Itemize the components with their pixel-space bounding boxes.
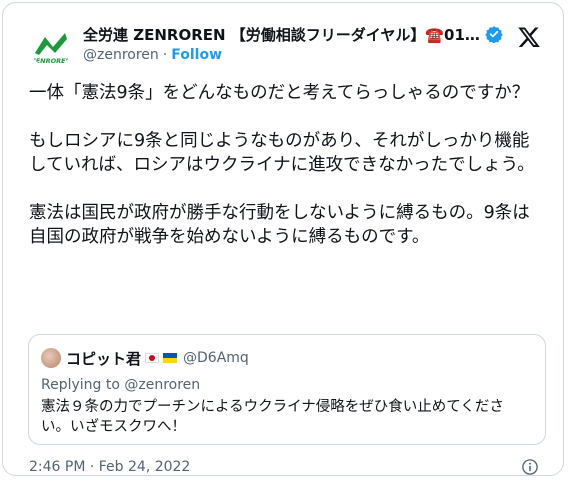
zenroren-logo-icon: ZENROREN (30, 33, 72, 65)
tweet-header: ZENROREN 全労連 ZENROREN 【労働相談フリーダイヤル】☎️012… (29, 21, 543, 69)
logo-text: ZENROREN (30, 57, 72, 65)
quoted-handle[interactable]: @D6Amq (183, 350, 249, 366)
tweet-card: ZENROREN 全労連 ZENROREN 【労働相談フリーダイヤル】☎️012… (2, 2, 564, 476)
tweet-text: 一体「憲法9条」をどんなものだと考えてらっしゃるのですか？ もしロシアに9条と同… (29, 83, 535, 247)
quoted-display-name[interactable]: コピット君 (66, 348, 141, 369)
separator-dot: · (162, 47, 168, 63)
quoted-avatar[interactable] (41, 348, 61, 368)
japan-flag-icon (145, 353, 160, 363)
ukraine-flag-icon (163, 353, 178, 363)
verified-badge-icon (485, 26, 503, 43)
author-handle[interactable]: @zenroren (83, 47, 159, 63)
quoted-tweet[interactable]: コピット君 @D6Amq Replying to @zenroren 憲法９条の… (28, 334, 546, 445)
zenroren-avatar[interactable]: ZENROREN (29, 23, 73, 67)
quoted-text: 憲法９条の力でプーチンによるウクライナ侵略をぜひ食い止めてください。いざモスクワ… (41, 399, 504, 435)
quoted-replying-to[interactable]: Replying to @zenroren (41, 377, 200, 393)
author-display-name[interactable]: 全労連 ZENROREN 【労働相談フリーダイヤル】☎️0120-3... (83, 24, 482, 45)
author-block: 全労連 ZENROREN 【労働相談フリーダイヤル】☎️0120-3... @z… (83, 23, 503, 65)
x-logo-icon[interactable] (517, 25, 541, 49)
tweet-timestamp[interactable]: 2:46 PM · Feb 24, 2022 (29, 459, 190, 475)
info-icon[interactable] (521, 458, 539, 476)
follow-button[interactable]: Follow (171, 47, 222, 63)
